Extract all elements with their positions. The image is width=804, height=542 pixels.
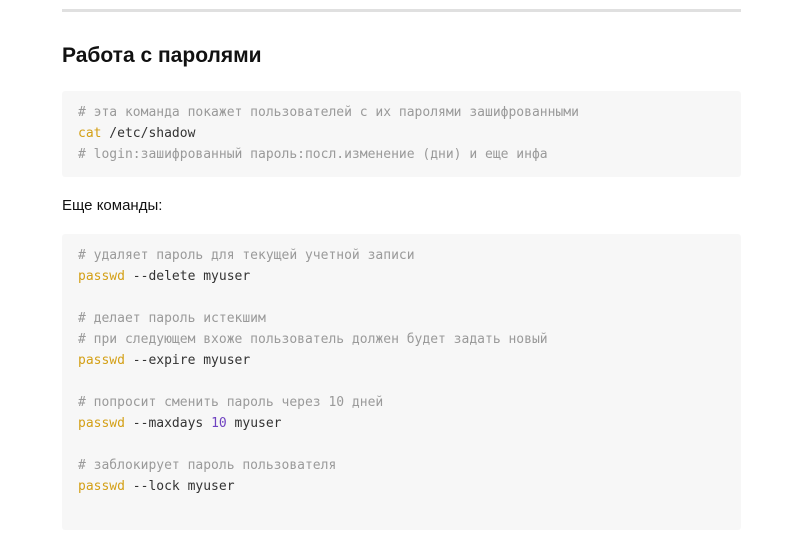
code-command: passwd <box>78 353 125 368</box>
section-title: Работа с паролями <box>62 44 262 67</box>
code-comment: # login:зашифрованный пароль:посл.измене… <box>78 147 548 162</box>
code-command: passwd <box>78 479 125 494</box>
code-comment: # попросит сменить пароль через 10 дней <box>78 395 384 410</box>
code-command: passwd <box>78 269 125 284</box>
code-command: passwd <box>78 416 125 431</box>
code-line: passwd --lock myuser <box>78 476 725 497</box>
code-line: passwd --maxdays 10 myuser <box>78 413 725 434</box>
top-divider <box>62 9 741 12</box>
code-line: # удаляет пароль для текущей учетной зап… <box>78 245 725 266</box>
code-number: 10 <box>211 416 227 431</box>
code-block-passwd: # удаляет пароль для текущей учетной зап… <box>62 234 741 530</box>
code-line: # эта команда покажет пользователей с их… <box>78 102 725 123</box>
code-comment: # при следующем вхоже пользователь долже… <box>78 332 548 347</box>
code-comment: # заблокирует пароль пользователя <box>78 458 337 473</box>
code-comment: # эта команда покажет пользователей с их… <box>78 105 579 120</box>
code-args: /etc/shadow <box>101 126 196 141</box>
code-line: # попросит сменить пароль через 10 дней <box>78 392 725 413</box>
code-line: # делает пароль истекшим <box>78 308 725 329</box>
code-comment: # удаляет пароль для текущей учетной зап… <box>78 248 415 263</box>
code-command: cat <box>78 126 102 141</box>
code-line: # заблокирует пароль пользователя <box>78 455 725 476</box>
code-line: cat /etc/shadow <box>78 123 725 144</box>
code-args: --lock myuser <box>124 479 235 494</box>
code-args: --delete myuser <box>124 269 251 284</box>
more-commands-text: Еще команды: <box>62 197 163 214</box>
code-args: myuser <box>226 416 282 431</box>
code-line: passwd --expire myuser <box>78 350 725 371</box>
code-args: --expire myuser <box>124 353 251 368</box>
code-line: passwd --delete myuser <box>78 266 725 287</box>
code-line: # login:зашифрованный пароль:посл.измене… <box>78 144 725 165</box>
code-line: # при следующем вхоже пользователь долже… <box>78 329 725 350</box>
code-comment: # делает пароль истекшим <box>78 311 266 326</box>
code-args: --maxdays <box>124 416 212 431</box>
code-block-shadow: # эта команда покажет пользователей с их… <box>62 91 741 177</box>
